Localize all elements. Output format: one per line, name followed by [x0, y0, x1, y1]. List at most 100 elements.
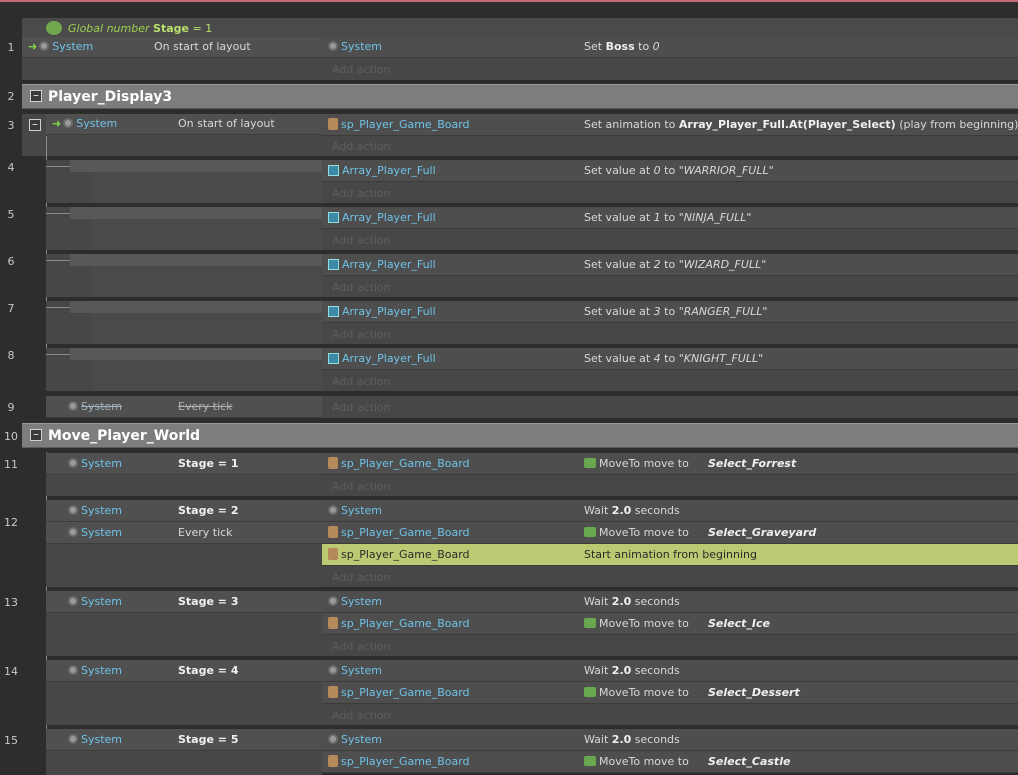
event-12-action-wait[interactable]: System Wait 2.0 seconds — [322, 500, 1018, 522]
subevent-7-action[interactable]: Array_Player_Full Set value at 3 to "RAN… — [322, 301, 1018, 323]
action-value: "NINJA_FULL" — [678, 211, 752, 224]
action-to: to — [664, 258, 676, 271]
collapse-toggle[interactable]: – — [29, 118, 41, 131]
condition-area[interactable] — [92, 266, 322, 297]
add-action-row[interactable]: Add action — [322, 566, 1018, 587]
action-value: "WIZARD_FULL" — [678, 258, 767, 271]
collapse-toggle[interactable]: – — [30, 89, 42, 102]
condition-area[interactable] — [92, 172, 322, 203]
system-gear-icon — [328, 505, 338, 515]
add-action-row[interactable]: Add action — [322, 370, 1018, 391]
add-action-row[interactable]: Add action — [322, 229, 1018, 250]
action-object: sp_Player_Game_Board — [341, 457, 470, 470]
event-15-action-move[interactable]: sp_Player_Game_Board MoveTo move to Sele… — [322, 751, 1018, 773]
add-action-link[interactable]: Add action — [332, 187, 391, 200]
array-icon — [328, 306, 339, 317]
condition-text: Stage = 1 — [178, 457, 239, 470]
event-14-condition[interactable]: System Stage = 4 — [46, 660, 322, 682]
system-gear-icon — [68, 401, 78, 411]
action-unit: seconds — [634, 595, 680, 608]
event-12-condition-stage[interactable]: System Stage = 2 — [46, 500, 322, 522]
add-action-row[interactable]: Add action — [322, 475, 1018, 496]
event-11-action[interactable]: sp_Player_Game_Board MoveTo move to Sele… — [322, 453, 1018, 475]
action-unit: seconds — [634, 664, 680, 677]
action-index: 2 — [653, 258, 661, 271]
event-13-condition[interactable]: System Stage = 3 — [46, 591, 322, 613]
add-action-link[interactable]: Add action — [332, 401, 391, 414]
add-action-row[interactable]: Add action — [322, 396, 1018, 418]
subevent-8-action[interactable]: Array_Player_Full Set value at 4 to "KNI… — [322, 348, 1018, 370]
action-target: Select_Graveyard — [708, 526, 817, 539]
action-target: Select_Castle — [708, 755, 791, 768]
subevent-4-action[interactable]: Array_Player_Full Set value at 0 to "WAR… — [322, 160, 1018, 182]
empty-condition[interactable] — [70, 254, 322, 266]
sprite-icon — [328, 526, 338, 538]
event-1-condition[interactable]: ➜ System On start of layout — [22, 37, 322, 58]
add-action-link[interactable]: Add action — [332, 640, 391, 653]
add-action-row[interactable]: Add action — [322, 704, 1018, 725]
action-object: sp_Player_Game_Board — [341, 686, 470, 699]
event-3-action[interactable]: sp_Player_Game_Board Set animation to Ar… — [322, 114, 1018, 136]
event-3-condition[interactable]: ➜ System On start of layout — [46, 114, 322, 135]
add-action-link[interactable]: Add action — [332, 480, 391, 493]
add-action-link[interactable]: Add action — [332, 281, 391, 294]
add-action-row[interactable]: Add action — [322, 276, 1018, 297]
collapse-toggle[interactable]: – — [30, 428, 42, 441]
moveto-icon — [584, 458, 596, 468]
action-value: "RANGER_FULL" — [678, 305, 768, 318]
condition-area[interactable] — [92, 219, 322, 250]
event-15-condition[interactable]: System Stage = 5 — [46, 729, 322, 751]
group-move-player-world[interactable]: – Move_Player_World — [22, 423, 1018, 448]
add-action-link[interactable]: Add action — [332, 571, 391, 584]
line-number: 1 — [7, 41, 15, 54]
add-action-row[interactable]: Add action — [322, 323, 1018, 344]
add-action-link[interactable]: Add action — [332, 375, 391, 388]
condition-area[interactable] — [92, 360, 322, 391]
event-14-action-wait[interactable]: System Wait 2.0 seconds — [322, 660, 1018, 682]
add-action-link[interactable]: Add action — [332, 140, 391, 153]
tree-line — [46, 260, 70, 261]
event-14-action-move[interactable]: sp_Player_Game_Board MoveTo move to Sele… — [322, 682, 1018, 704]
add-action-row[interactable]: Add action — [322, 635, 1018, 656]
subevent-6-action[interactable]: Array_Player_Full Set value at 2 to "WIZ… — [322, 254, 1018, 276]
moveto-icon — [584, 618, 596, 628]
add-action-row[interactable]: Add action — [322, 182, 1018, 203]
action-object: sp_Player_Game_Board — [341, 118, 470, 131]
condition-text: Stage = 4 — [178, 664, 239, 677]
event-1-action[interactable]: System Set Boss to 0 — [322, 37, 1018, 58]
action-value: "WARRIOR_FULL" — [678, 164, 774, 177]
add-action-row[interactable]: Add action — [322, 58, 1018, 80]
system-gear-icon — [68, 458, 78, 468]
event-12-action-highlighted[interactable]: sp_Player_Game_Board Start animation fro… — [322, 544, 1018, 566]
system-gear-icon — [68, 734, 78, 744]
empty-condition[interactable] — [70, 207, 322, 219]
event-12-action-move[interactable]: sp_Player_Game_Board MoveTo move to Sele… — [322, 522, 1018, 544]
empty-condition[interactable] — [70, 160, 322, 172]
add-action-link[interactable]: Add action — [332, 709, 391, 722]
condition-area[interactable] — [92, 313, 322, 344]
line-number: 8 — [7, 349, 15, 362]
group-player-display3[interactable]: – Player_Display3 — [22, 84, 1018, 109]
add-action-link[interactable]: Add action — [332, 63, 391, 76]
add-action-link[interactable]: Add action — [332, 234, 391, 247]
empty-condition[interactable] — [70, 348, 322, 360]
subevent-5-action[interactable]: Array_Player_Full Set value at 1 to "NIN… — [322, 207, 1018, 229]
action-object: Array_Player_Full — [342, 258, 436, 271]
action-object: System — [341, 733, 383, 746]
event-9-condition-disabled[interactable]: System Every tick — [46, 396, 322, 418]
action-verb: Set value at — [584, 211, 651, 224]
event-13-action-move[interactable]: sp_Player_Game_Board MoveTo move to Sele… — [322, 613, 1018, 635]
action-text: Set value at 2 to "WIZARD_FULL" — [584, 258, 766, 271]
action-object: sp_Player_Game_Board — [341, 548, 470, 561]
empty-condition[interactable] — [70, 301, 322, 313]
event-13-action-wait[interactable]: System Wait 2.0 seconds — [322, 591, 1018, 613]
system-gear-icon — [328, 665, 338, 675]
event-15-action-wait[interactable]: System Wait 2.0 seconds — [322, 729, 1018, 751]
event-12-condition-tick[interactable]: System Every tick — [46, 522, 322, 544]
condition-object: System — [76, 117, 118, 130]
global-variable-row[interactable]: Global number Stage = 1 — [22, 18, 1018, 37]
action-index: 0 — [653, 164, 661, 177]
add-action-link[interactable]: Add action — [332, 328, 391, 341]
event-11-condition[interactable]: System Stage = 1 — [46, 453, 322, 475]
add-action-row[interactable]: Add action — [322, 136, 1018, 156]
